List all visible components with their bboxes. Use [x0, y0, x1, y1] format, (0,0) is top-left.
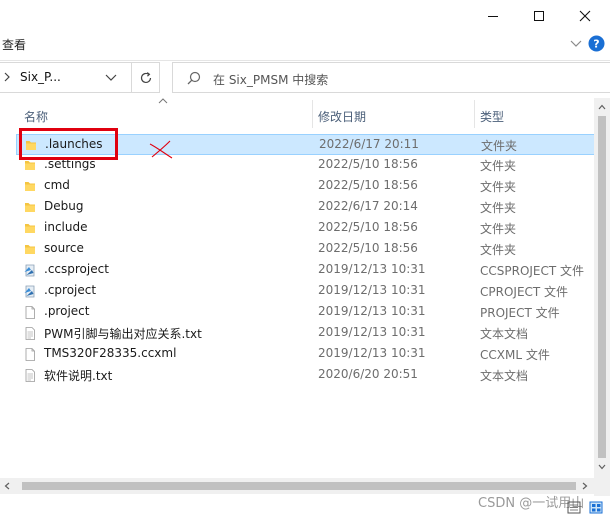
file-date: 2019/12/13 10:31 [318, 325, 426, 339]
file-row[interactable]: PWM引脚与输出对应关系.txt 2019/12/13 10:31 文本文档 [16, 323, 610, 344]
ribbon-tab-view[interactable]: 查看 [2, 36, 26, 53]
refresh-icon [140, 71, 151, 83]
file-type: CCSPROJECT 文件 [480, 264, 585, 278]
text-file-icon [25, 369, 35, 382]
column-header-name[interactable]: 名称 [24, 108, 48, 125]
file-row[interactable]: source 2022/5/10 18:56 文件夹 [16, 239, 610, 260]
project-file-icon [24, 264, 35, 277]
maximize-button[interactable] [516, 0, 562, 32]
file-row[interactable]: cmd 2022/5/10 18:56 文件夹 [16, 176, 610, 197]
help-icon[interactable]: ? [588, 35, 605, 52]
column-divider[interactable] [474, 100, 475, 128]
folder-icon [25, 161, 35, 170]
file-name: PWM引脚与输出对应关系.txt [44, 327, 202, 341]
file-date: 2022/5/10 18:56 [318, 178, 418, 192]
view-toggle-icon[interactable] [564, 498, 608, 516]
file-icon [25, 306, 35, 319]
folder-icon [25, 245, 35, 254]
minimize-icon [488, 15, 498, 17]
file-name: source [44, 241, 84, 255]
file-row[interactable]: TMS320F28335.ccxml 2019/12/13 10:31 CCXM… [16, 344, 610, 365]
file-name: .cproject [44, 283, 97, 297]
annotation-cross-mark-icon [149, 140, 173, 159]
file-type: 文件夹 [480, 243, 517, 257]
file-date: 2019/12/13 10:31 [318, 283, 426, 297]
file-name: 软件说明.txt [44, 369, 113, 383]
file-row[interactable]: .ccsproject 2019/12/13 10:31 CCSPROJECT … [16, 260, 610, 281]
sort-caret-icon [158, 98, 168, 104]
file-name: cmd [44, 178, 70, 192]
ribbon-divider [0, 60, 610, 61]
scroll-up-arrow-icon[interactable] [598, 104, 606, 110]
file-date: 2022/6/17 20:14 [318, 199, 418, 213]
address-path[interactable]: Six_P... [20, 70, 61, 84]
file-name: Debug [44, 199, 84, 213]
chevron-right-icon[interactable] [2, 70, 12, 84]
folder-icon [25, 203, 35, 212]
refresh-button[interactable] [132, 62, 160, 93]
file-type: 文本文档 [480, 369, 529, 383]
search-icon [187, 71, 201, 85]
file-row[interactable]: 软件说明.txt 2020/6/20 20:51 文本文档 [16, 365, 610, 386]
file-name: .ccsproject [44, 262, 109, 276]
column-divider[interactable] [312, 100, 313, 128]
file-date: 2020/6/20 20:51 [318, 367, 418, 381]
file-date: 2022/6/17 20:11 [319, 137, 419, 151]
file-date: 2022/5/10 18:56 [318, 157, 418, 171]
file-type: PROJECT 文件 [480, 306, 560, 320]
address-dropdown-icon[interactable] [104, 72, 118, 82]
file-row[interactable]: .cproject 2019/12/13 10:31 CPROJECT 文件 [16, 281, 610, 302]
column-header-type[interactable]: 类型 [480, 108, 504, 125]
column-header-date[interactable]: 修改日期 [318, 108, 366, 125]
file-name: TMS320F28335.ccxml [44, 346, 177, 360]
file-name: include [44, 220, 88, 234]
file-icon [25, 348, 35, 361]
minimize-button[interactable] [470, 0, 516, 32]
file-type: 文件夹 [481, 139, 518, 153]
search-placeholder: 在 Six_PMSM 中搜索 [213, 73, 329, 87]
file-type: CCXML 文件 [480, 348, 550, 362]
file-type: CPROJECT 文件 [480, 285, 569, 299]
scroll-down-arrow-icon[interactable] [598, 464, 606, 470]
folder-icon [25, 182, 35, 191]
scroll-left-arrow-icon[interactable] [4, 482, 10, 490]
file-date: 2022/5/10 18:56 [318, 220, 418, 234]
text-file-icon [25, 327, 35, 340]
scroll-right-arrow-icon[interactable] [582, 482, 588, 490]
file-type: 文件夹 [480, 159, 517, 173]
file-type: 文本文档 [480, 327, 529, 341]
svg-text:?: ? [593, 38, 599, 51]
annotation-highlight-box [19, 128, 118, 160]
file-date: 2019/12/13 10:31 [318, 304, 426, 318]
file-type: 文件夹 [480, 222, 517, 236]
file-date: 2019/12/13 10:31 [318, 346, 426, 360]
file-row[interactable]: Debug 2022/6/17 20:14 文件夹 [16, 197, 610, 218]
close-icon [579, 10, 591, 22]
file-row[interactable]: include 2022/5/10 18:56 文件夹 [16, 218, 610, 239]
vertical-scrollbar-thumb[interactable] [598, 116, 606, 458]
file-name: .project [44, 304, 90, 318]
folder-icon [25, 224, 35, 233]
chevron-down-icon[interactable] [569, 35, 583, 51]
file-date: 2022/5/10 18:56 [318, 241, 418, 255]
close-button[interactable] [562, 0, 608, 32]
maximize-icon [534, 11, 544, 21]
file-date: 2019/12/13 10:31 [318, 262, 426, 276]
horizontal-scrollbar-thumb[interactable] [22, 482, 576, 490]
file-row[interactable]: .project 2019/12/13 10:31 PROJECT 文件 [16, 302, 610, 323]
project-file-icon [24, 285, 35, 298]
file-type: 文件夹 [480, 180, 517, 194]
file-type: 文件夹 [480, 201, 517, 215]
